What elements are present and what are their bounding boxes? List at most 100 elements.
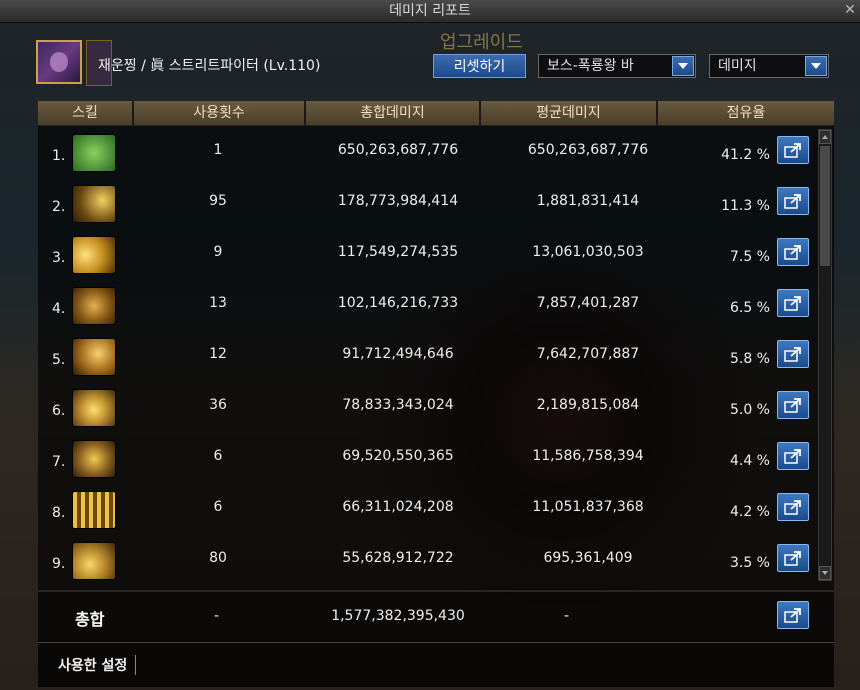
window-title: 데미지 리포트 [389,3,471,19]
reset-button[interactable]: 리셋하기 [433,54,526,78]
boss-select[interactable]: 보스-폭룡왕 바 [538,54,696,78]
share-icon [784,500,801,515]
header-uses: 사용횟수 [134,101,306,125]
row-total-damage: 102,146,216,733 [337,295,459,311]
share-icon [784,347,801,362]
skill-damage-table: 스킬 사용횟수 총합데미지 평균데미지 점유율 1. 1 650,263,687… [38,101,834,590]
table-row: 2. 95 178,773,984,414 1,881,831,414 11.3… [38,179,818,230]
table-row: 3. 9 117,549,274,535 13,061,030,503 7.5 … [38,230,818,281]
export-button[interactable] [777,238,809,266]
row-share: 5.0 % [729,402,770,418]
row-rank: 7. [52,454,66,470]
summary-avg: - [564,608,570,624]
skill-icon [72,542,116,580]
export-button[interactable] [777,391,809,419]
row-uses: 36 [209,397,227,413]
row-rank: 2. [52,199,66,215]
share-icon [784,296,801,311]
row-total-damage: 55,628,912,722 [342,550,454,566]
table-row: 8. 6 66,311,024,208 11,051,837,368 4.2 % [38,485,818,536]
summary-label: 총합 [75,610,105,629]
export-button[interactable] [777,187,809,215]
row-uses: 6 [213,499,223,515]
row-avg-damage: 11,051,837,368 [532,499,644,515]
summary-total-damage: 1,577,382,395,430 [331,608,465,624]
row-share: 4.2 % [729,504,770,520]
table-row: 6. 36 78,833,343,024 2,189,815,084 5.0 % [38,383,818,434]
export-button[interactable] [777,289,809,317]
row-avg-damage: 13,061,030,503 [532,244,644,260]
background-upgrade-text: 업그레이드 [440,32,523,53]
row-share: 4.4 % [729,453,770,469]
row-share: 3.5 % [729,555,770,571]
scroll-thumb[interactable] [820,146,830,266]
metric-select-value: 데미지 [718,58,757,74]
row-total-damage: 91,712,494,646 [342,346,454,362]
skill-icon [72,185,116,223]
share-icon [784,398,801,413]
row-share: 7.5 % [729,249,770,265]
header-total: 총합데미지 [306,101,481,125]
export-button[interactable] [777,493,809,521]
share-icon [784,194,801,209]
metric-select[interactable]: 데미지 [709,54,829,78]
skill-icon [72,338,116,376]
boss-select-value: 보스-폭룡왕 바 [547,58,634,74]
export-button[interactable] [777,544,809,572]
chevron-down-icon[interactable] [672,56,694,76]
skill-icon [72,287,116,325]
skill-icon [72,389,116,427]
skill-icon [72,491,116,529]
row-uses: 1 [213,142,223,158]
row-rank: 4. [52,301,66,317]
summary-uses: - [214,608,220,624]
row-avg-damage: 650,263,687,776 [527,142,649,158]
share-icon [784,608,801,623]
row-uses: 9 [213,244,223,260]
row-avg-damage: 1,881,831,414 [536,193,640,209]
header-skill: 스킬 [38,101,134,125]
row-total-damage: 66,311,024,208 [342,499,454,515]
row-total-damage: 117,549,274,535 [337,244,459,260]
export-button[interactable] [777,136,809,164]
window-titlebar: 데미지 리포트 ✕ [0,0,860,23]
share-icon [784,245,801,260]
row-total-damage: 178,773,984,414 [337,193,459,209]
row-avg-damage: 7,642,707,887 [536,346,640,362]
table-row: 5. 12 91,712,494,646 7,642,707,887 5.8 % [38,332,818,383]
scroll-down-icon[interactable] [819,566,831,580]
used-settings-label[interactable]: 사용한 설정 [58,655,137,675]
table-row: 9. 80 55,628,912,722 695,361,409 3.5 % [38,536,818,587]
row-rank: 3. [52,250,66,266]
row-avg-damage: 11,586,758,394 [532,448,644,464]
export-button[interactable] [777,340,809,368]
close-icon[interactable]: ✕ [842,2,858,18]
export-button[interactable] [777,442,809,470]
row-uses: 80 [209,550,227,566]
row-share: 6.5 % [729,300,770,316]
share-icon [784,449,801,464]
share-icon [784,143,801,158]
row-avg-damage: 2,189,815,084 [536,397,640,413]
row-rank: 5. [52,352,66,368]
table-scrollbar[interactable] [818,129,832,581]
chevron-down-icon[interactable] [805,56,827,76]
share-icon [784,551,801,566]
summary-row: 총합 - 1,577,382,395,430 - [38,591,834,642]
used-settings-row: 사용한 설정 [38,642,834,687]
row-uses: 6 [213,448,223,464]
table-header: 스킬 사용횟수 총합데미지 평균데미지 점유율 [38,101,834,126]
row-uses: 13 [209,295,227,311]
table-row: 7. 6 69,520,550,365 11,586,758,394 4.4 % [38,434,818,485]
character-name: 재운찡 / 眞 스트리트파이터 (Lv.110) [98,58,321,74]
row-share: 5.8 % [729,351,770,367]
row-avg-damage: 695,361,409 [543,550,633,566]
row-total-damage: 78,833,343,024 [342,397,454,413]
row-rank: 8. [52,505,66,521]
scroll-up-icon[interactable] [819,130,831,144]
row-uses: 12 [209,346,227,362]
row-share: 41.2 % [721,147,770,163]
row-avg-damage: 7,857,401,287 [536,295,640,311]
export-button[interactable] [777,601,809,629]
row-rank: 1. [52,148,66,164]
